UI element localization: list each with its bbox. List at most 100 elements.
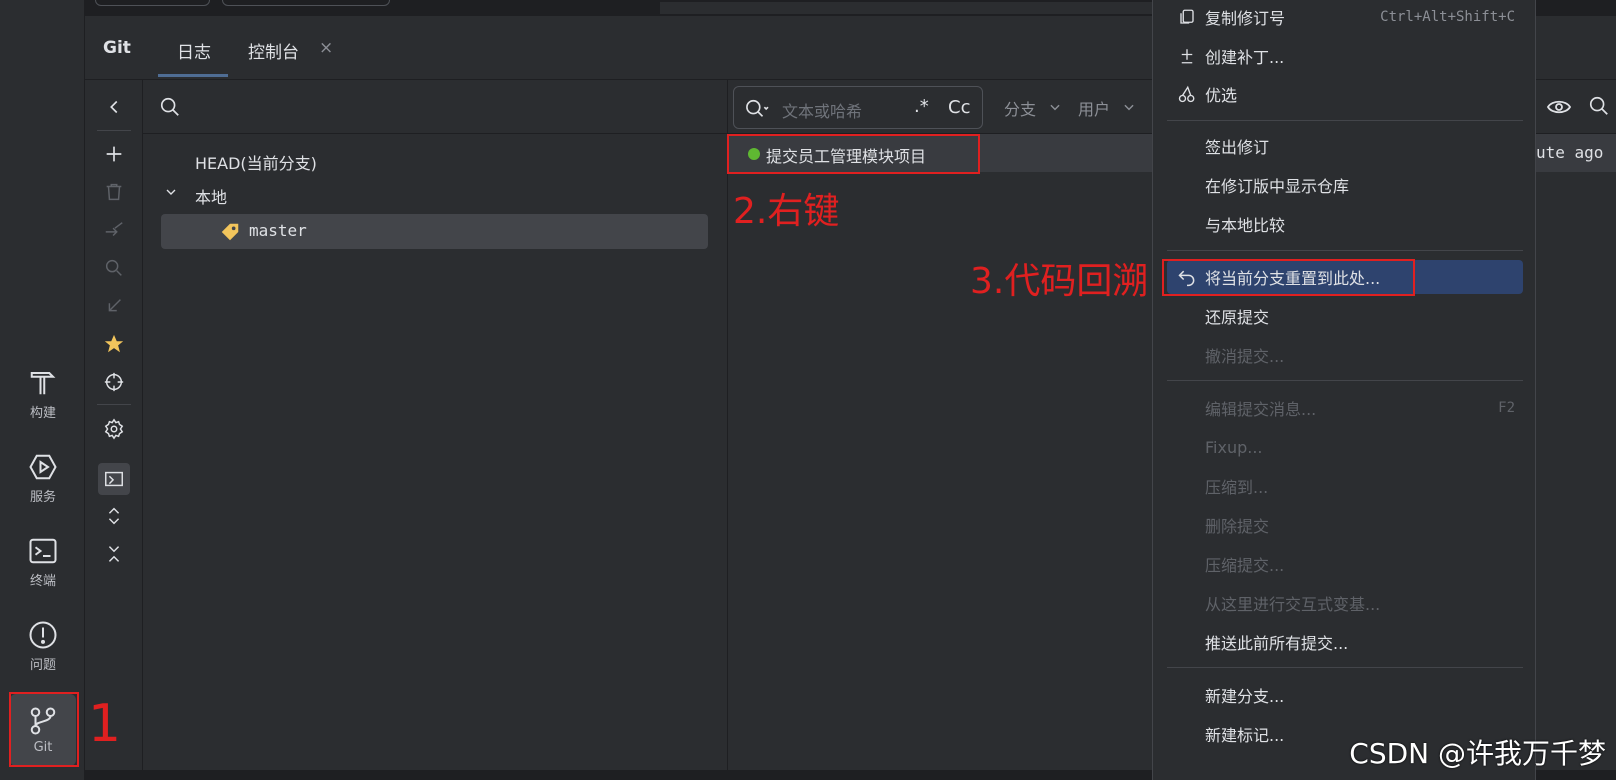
chevron-down-icon	[1124, 104, 1134, 111]
menu-item-copy-revision[interactable]: 复制修订号 Ctrl+Alt+Shift+C	[1167, 0, 1523, 34]
branch-filter-dropdown[interactable]: 分支	[1004, 96, 1036, 120]
toolbar-separator	[97, 130, 131, 131]
menu-separator	[1167, 380, 1523, 381]
user-filter-dropdown[interactable]: 用户	[1078, 96, 1110, 120]
menu-label: 从这里进行交互式变基...	[1205, 595, 1381, 614]
commit-time: ute ago	[1536, 143, 1604, 162]
menu-item-compare-local[interactable]: 与本地比较	[1167, 207, 1523, 241]
layout-toggle-icon[interactable]	[98, 463, 130, 495]
top-pill	[222, 0, 390, 6]
build-label: 构建	[29, 405, 56, 421]
patch-icon	[1177, 46, 1197, 66]
menu-item-new-branch[interactable]: 新建分支...	[1167, 678, 1523, 712]
chevron-down-icon	[1050, 104, 1060, 111]
branch-search-bar[interactable]	[143, 80, 728, 134]
services-icon	[29, 454, 57, 479]
menu-label: 新建标记...	[1205, 726, 1285, 745]
eye-icon[interactable]	[1546, 94, 1574, 120]
menu-item-fixup: Fixup...	[1167, 430, 1523, 464]
chevron-down-icon[interactable]	[163, 184, 179, 200]
menu-item-squash-into: 压缩到...	[1167, 469, 1523, 503]
services-tool-button[interactable]: 服务	[10, 442, 76, 514]
star-icon[interactable]	[100, 330, 128, 358]
search-icon	[100, 254, 128, 282]
menu-label: 创建补丁...	[1205, 48, 1285, 67]
collapse-all-icon[interactable]	[100, 540, 128, 568]
menu-label: 新建分支...	[1205, 687, 1285, 706]
delete-icon	[100, 178, 128, 206]
git-side-toolbar	[85, 80, 143, 770]
regex-toggle[interactable]: .*	[914, 96, 929, 117]
annotation-box-git	[9, 692, 79, 767]
master-branch-row[interactable]: master	[161, 214, 708, 249]
menu-item-cherry-pick[interactable]: 优选	[1167, 77, 1523, 111]
menu-item-checkout-revision[interactable]: 签出修订	[1167, 129, 1523, 163]
menu-label: Fixup...	[1205, 437, 1263, 457]
menu-label: 压缩到...	[1205, 478, 1269, 497]
menu-item-edit-message: 编辑提交消息... F2	[1167, 391, 1523, 425]
menu-item-create-patch[interactable]: 创建补丁...	[1167, 39, 1523, 73]
menu-label: 复制修订号	[1205, 9, 1286, 28]
tab-git-title: Git	[103, 38, 131, 58]
merge-icon	[100, 216, 128, 244]
menu-separator	[1167, 120, 1523, 121]
terminal-label: 终端	[29, 573, 56, 589]
locate-icon[interactable]	[100, 368, 128, 396]
tag-icon	[221, 223, 239, 241]
problems-tool-button[interactable]: 问题	[10, 610, 76, 682]
menu-item-squash-commits: 压缩提交...	[1167, 547, 1523, 581]
annotation-box-commit	[727, 134, 980, 174]
gear-icon[interactable]	[100, 415, 128, 443]
menu-separator	[1167, 667, 1523, 668]
menu-label: 编辑提交消息...	[1205, 400, 1317, 419]
tab-log[interactable]: 日志	[177, 38, 211, 63]
menu-label: 签出修订	[1205, 138, 1270, 157]
menu-separator	[1167, 250, 1523, 251]
match-case-toggle[interactable]: Cc	[948, 97, 970, 118]
log-search-placeholder: 文本或哈希	[782, 102, 863, 121]
toolbar-separator	[97, 404, 131, 405]
menu-label: 优选	[1205, 86, 1238, 105]
menu-label: 压缩提交...	[1205, 556, 1285, 575]
annotation-step1: 1	[88, 694, 122, 754]
search-history-icon[interactable]	[744, 98, 770, 120]
expand-all-icon[interactable]	[100, 502, 128, 530]
hammer-icon	[30, 371, 56, 394]
cherry-icon	[1177, 84, 1197, 104]
problems-label: 问题	[29, 657, 56, 673]
log-search-field[interactable]: 文本或哈希 .* Cc	[733, 86, 983, 129]
chevron-left-icon[interactable]	[100, 93, 128, 121]
terminal-tool-button[interactable]: 终端	[10, 526, 76, 598]
menu-label: 删除提交	[1205, 517, 1270, 536]
commit-context-menu: 复制修订号 Ctrl+Alt+Shift+C 创建补丁... 优选 签出修订 在…	[1152, 0, 1536, 780]
menu-label: 与本地比较	[1205, 216, 1286, 235]
search-icon[interactable]	[1588, 95, 1610, 117]
menu-item-drop-commit: 删除提交	[1167, 508, 1523, 542]
build-tool-button[interactable]: 构建	[10, 358, 76, 430]
annotation-box-reset	[1162, 259, 1415, 296]
annotation-step3: 3.代码回溯	[970, 261, 1149, 302]
menu-item-revert-commit[interactable]: 还原提交	[1167, 299, 1523, 333]
head-branch-item[interactable]: HEAD(当前分支)	[195, 150, 317, 174]
menu-label: 还原提交	[1205, 308, 1270, 327]
close-tab-icon[interactable]: ×	[319, 38, 333, 58]
csdn-watermark: CSDN @许我万千梦	[1349, 737, 1606, 770]
menu-label: 撤消提交...	[1205, 347, 1285, 366]
menu-shortcut: Ctrl+Alt+Shift+C	[1380, 9, 1515, 25]
tab-console[interactable]: 控制台	[248, 38, 299, 63]
services-label: 服务	[29, 489, 56, 505]
master-branch-label: master	[249, 221, 307, 240]
local-branches-node[interactable]: 本地	[195, 184, 227, 208]
menu-item-push-up-to-here[interactable]: 推送此前所有提交...	[1167, 625, 1523, 659]
menu-item-undo-commit: 撤消提交...	[1167, 338, 1523, 372]
tool-window-strip: 构建 服务 终端 问题 Git	[0, 0, 85, 780]
menu-item-show-repo[interactable]: 在修订版中显示仓库	[1167, 168, 1523, 202]
search-icon[interactable]	[159, 96, 181, 118]
add-icon[interactable]	[100, 140, 128, 168]
copy-icon	[1177, 7, 1197, 27]
terminal-icon	[29, 538, 57, 563]
update-icon	[100, 292, 128, 320]
menu-label: 在修订版中显示仓库	[1205, 177, 1350, 196]
problems-icon	[29, 621, 57, 648]
branches-panel: HEAD(当前分支) 本地 master	[143, 80, 728, 770]
